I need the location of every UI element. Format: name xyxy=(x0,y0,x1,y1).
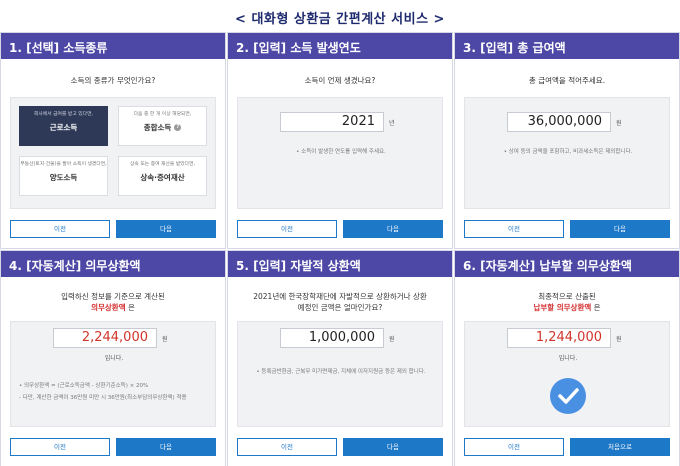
result-value: 2,244,000 xyxy=(53,328,157,348)
card-earned-income[interactable]: 회사에서 급여를 받고 있다면, 근로소득 xyxy=(19,106,108,146)
restart-button[interactable]: 처음으로 xyxy=(570,438,670,456)
input-box: 1,000,000 원 • 등록금반환금, 근복무 미가면제금, 지체에 이자지… xyxy=(237,321,443,427)
question-text: 총 급여액을 적어주세요. xyxy=(528,76,606,85)
question-text: 소득의 종류가 무엇인가요? xyxy=(70,76,156,85)
panel-voluntary-repayment: 5. [입력] 자발적 상환액 2021년에 한국장학재단에 자발적으로 상환하… xyxy=(227,250,453,466)
button-row: 이전 다음 xyxy=(10,438,216,456)
prev-button[interactable]: 이전 xyxy=(464,438,564,456)
after-text: 입니다. xyxy=(558,355,578,362)
value-row: 1,000,000 원 xyxy=(238,328,442,350)
value-row: 2021 년 xyxy=(238,112,442,134)
card-description: 다음 중 한 개 이상 해당되면, xyxy=(133,112,192,117)
result-value: 1,244,000 xyxy=(507,328,611,348)
panel-payable-repayment: 6. [자동계산] 납부할 의무상환액 최종적으로 산출된 납부할 의무상환액 … xyxy=(454,250,680,466)
result-box: 1,244,000 원 입니다. xyxy=(464,321,670,427)
question-line: 최종적으로 산출된 xyxy=(538,292,596,301)
input-box: 36,000,000 원 • 상여 등의 금액을 포함하고, 비과세소득은 제외… xyxy=(464,97,670,209)
card-inheritance-gift[interactable]: 상속 또는 증여 재산을 받았다면, 상속·증여재산 xyxy=(118,156,207,196)
value-row: 1,244,000 원 xyxy=(465,328,669,350)
question-tail: 은 xyxy=(591,303,601,312)
next-button[interactable]: 다음 xyxy=(116,220,216,238)
after-text: 입니다. xyxy=(104,355,124,362)
question-tail: 은 xyxy=(125,303,135,312)
help-icon[interactable]: ? xyxy=(174,124,182,131)
page-title: < 대화형 상환금 간편계산 서비스 > xyxy=(235,12,445,27)
prev-button[interactable]: 이전 xyxy=(10,220,110,238)
option-box: 회사에서 급여를 받고 있다면, 근로소득 다음 중 한 개 이상 해당되면, … xyxy=(10,97,216,209)
panel-income-year: 2. [입력] 소득 발생연도 소득이 언제 생겼나요? 2021 년 • 소득… xyxy=(227,32,453,249)
card-description: 상속 또는 증여 재산을 받았다면, xyxy=(130,162,195,167)
next-button[interactable]: 다음 xyxy=(116,438,216,456)
highlight-text: 납부할 의무상환액 xyxy=(533,303,592,312)
salary-input[interactable]: 36,000,000 xyxy=(507,112,611,132)
check-icon xyxy=(550,378,586,414)
card-label: 근로소득 xyxy=(49,122,78,132)
question-text: 입력하신 정보를 기준으로 계산된 의무상환액 은 xyxy=(1,291,225,313)
button-row: 이전 다음 xyxy=(237,220,443,238)
minimum-note: - 다만, 계산한 금액이 36만원 미만 시 36만원(최소부담의무상환액) … xyxy=(19,395,187,401)
prev-button[interactable]: 이전 xyxy=(237,438,337,456)
panel-header: 1. [선택] 소득종류 xyxy=(1,33,225,59)
prev-button[interactable]: 이전 xyxy=(464,220,564,238)
card-label: 종합소득? xyxy=(119,122,206,133)
card-global-income[interactable]: 다음 중 한 개 이상 해당되면, 종합소득? xyxy=(118,106,207,146)
year-input[interactable]: 2021 xyxy=(280,112,384,132)
value-row: 2,244,000 원 xyxy=(11,328,215,350)
panel-header: 5. [입력] 자발적 상환액 xyxy=(228,251,452,277)
question-line: 2021년에 한국장학재단에 자발적으로 상환하거나 상환 xyxy=(253,292,427,301)
prev-button[interactable]: 이전 xyxy=(10,438,110,456)
next-button[interactable]: 다음 xyxy=(343,220,443,238)
button-row: 이전 다음 xyxy=(237,438,443,456)
panel-income-type: 1. [선택] 소득종류 소득의 종류가 무엇인가요? 회사에서 급여를 받고 … xyxy=(0,32,226,249)
prev-button[interactable]: 이전 xyxy=(237,220,337,238)
hint-text: • 소득이 발생한 연도를 입력해 주세요. xyxy=(296,149,386,155)
question-line: 의무상환액 은 xyxy=(1,302,225,313)
value-row: 36,000,000 원 xyxy=(465,112,669,134)
unit-label: 원 xyxy=(162,336,168,343)
card-description: 부동산(토지·건물)을 팔아 소득이 생겼다면, xyxy=(20,162,107,167)
panel-mandatory-repayment: 4. [자동계산] 의무상환액 입력하신 정보를 기준으로 계산된 의무상환액 … xyxy=(0,250,226,466)
calculator-grid: 1. [선택] 소득종류 소득의 종류가 무엇인가요? 회사에서 급여를 받고 … xyxy=(0,32,680,466)
hint-text: • 등록금반환금, 근복무 미가면제금, 지체에 이자지원금 등은 제외 합니다… xyxy=(256,369,426,375)
highlight-text: 의무상환액 xyxy=(91,303,126,312)
button-row: 이전 다음 xyxy=(10,220,216,238)
panel-header: 4. [자동계산] 의무상환액 xyxy=(1,251,225,277)
unit-label: 원 xyxy=(616,336,622,343)
panel-total-salary: 3. [입력] 총 급여액 총 급여액을 적어주세요. 36,000,000 원… xyxy=(454,32,680,249)
button-row: 이전 처음으로 xyxy=(464,438,670,456)
input-box: 2021 년 • 소득이 발생한 연도를 입력해 주세요. xyxy=(237,97,443,209)
card-label: 양도소득 xyxy=(49,172,78,182)
card-description: 회사에서 급여를 받고 있다면, xyxy=(33,112,94,117)
panel-header: 6. [자동계산] 납부할 의무상환액 xyxy=(455,251,679,277)
question-line: 입력하신 정보를 기준으로 계산된 xyxy=(61,292,165,301)
card-label: 상속·증여재산 xyxy=(140,172,185,182)
question-line: 예정인 금액은 얼마인가요? xyxy=(297,303,383,312)
formula-note: • 의무상환액 = (근로소득금액 - 상환기준소득) × 20% xyxy=(19,383,149,389)
question-text: 소득이 언제 생겼나요? xyxy=(304,76,376,85)
unit-label: 원 xyxy=(389,336,395,343)
question-text: 최종적으로 산출된 납부할 의무상환액 은 xyxy=(455,291,679,313)
next-button[interactable]: 다음 xyxy=(570,220,670,238)
unit-label: 원 xyxy=(616,120,622,127)
voluntary-amount-input[interactable]: 1,000,000 xyxy=(280,328,384,348)
card-label-text: 종합소득 xyxy=(143,122,172,132)
next-button[interactable]: 다음 xyxy=(343,438,443,456)
card-transfer-income[interactable]: 부동산(토지·건물)을 팔아 소득이 생겼다면, 양도소득 xyxy=(19,156,108,196)
hint-text: • 상여 등의 금액을 포함하고, 비과세소득은 제외합니다. xyxy=(503,149,633,155)
question-text: 2021년에 한국장학재단에 자발적으로 상환하거나 상환 예정인 금액은 얼마… xyxy=(228,291,452,313)
panel-header: 3. [입력] 총 급여액 xyxy=(455,33,679,59)
unit-label: 년 xyxy=(389,120,395,127)
question-line: 납부할 의무상환액 은 xyxy=(455,302,679,313)
panel-header: 2. [입력] 소득 발생연도 xyxy=(228,33,452,59)
result-box: 2,244,000 원 입니다. • 의무상환액 = (근로소득금액 - 상환기… xyxy=(10,321,216,427)
button-row: 이전 다음 xyxy=(464,220,670,238)
